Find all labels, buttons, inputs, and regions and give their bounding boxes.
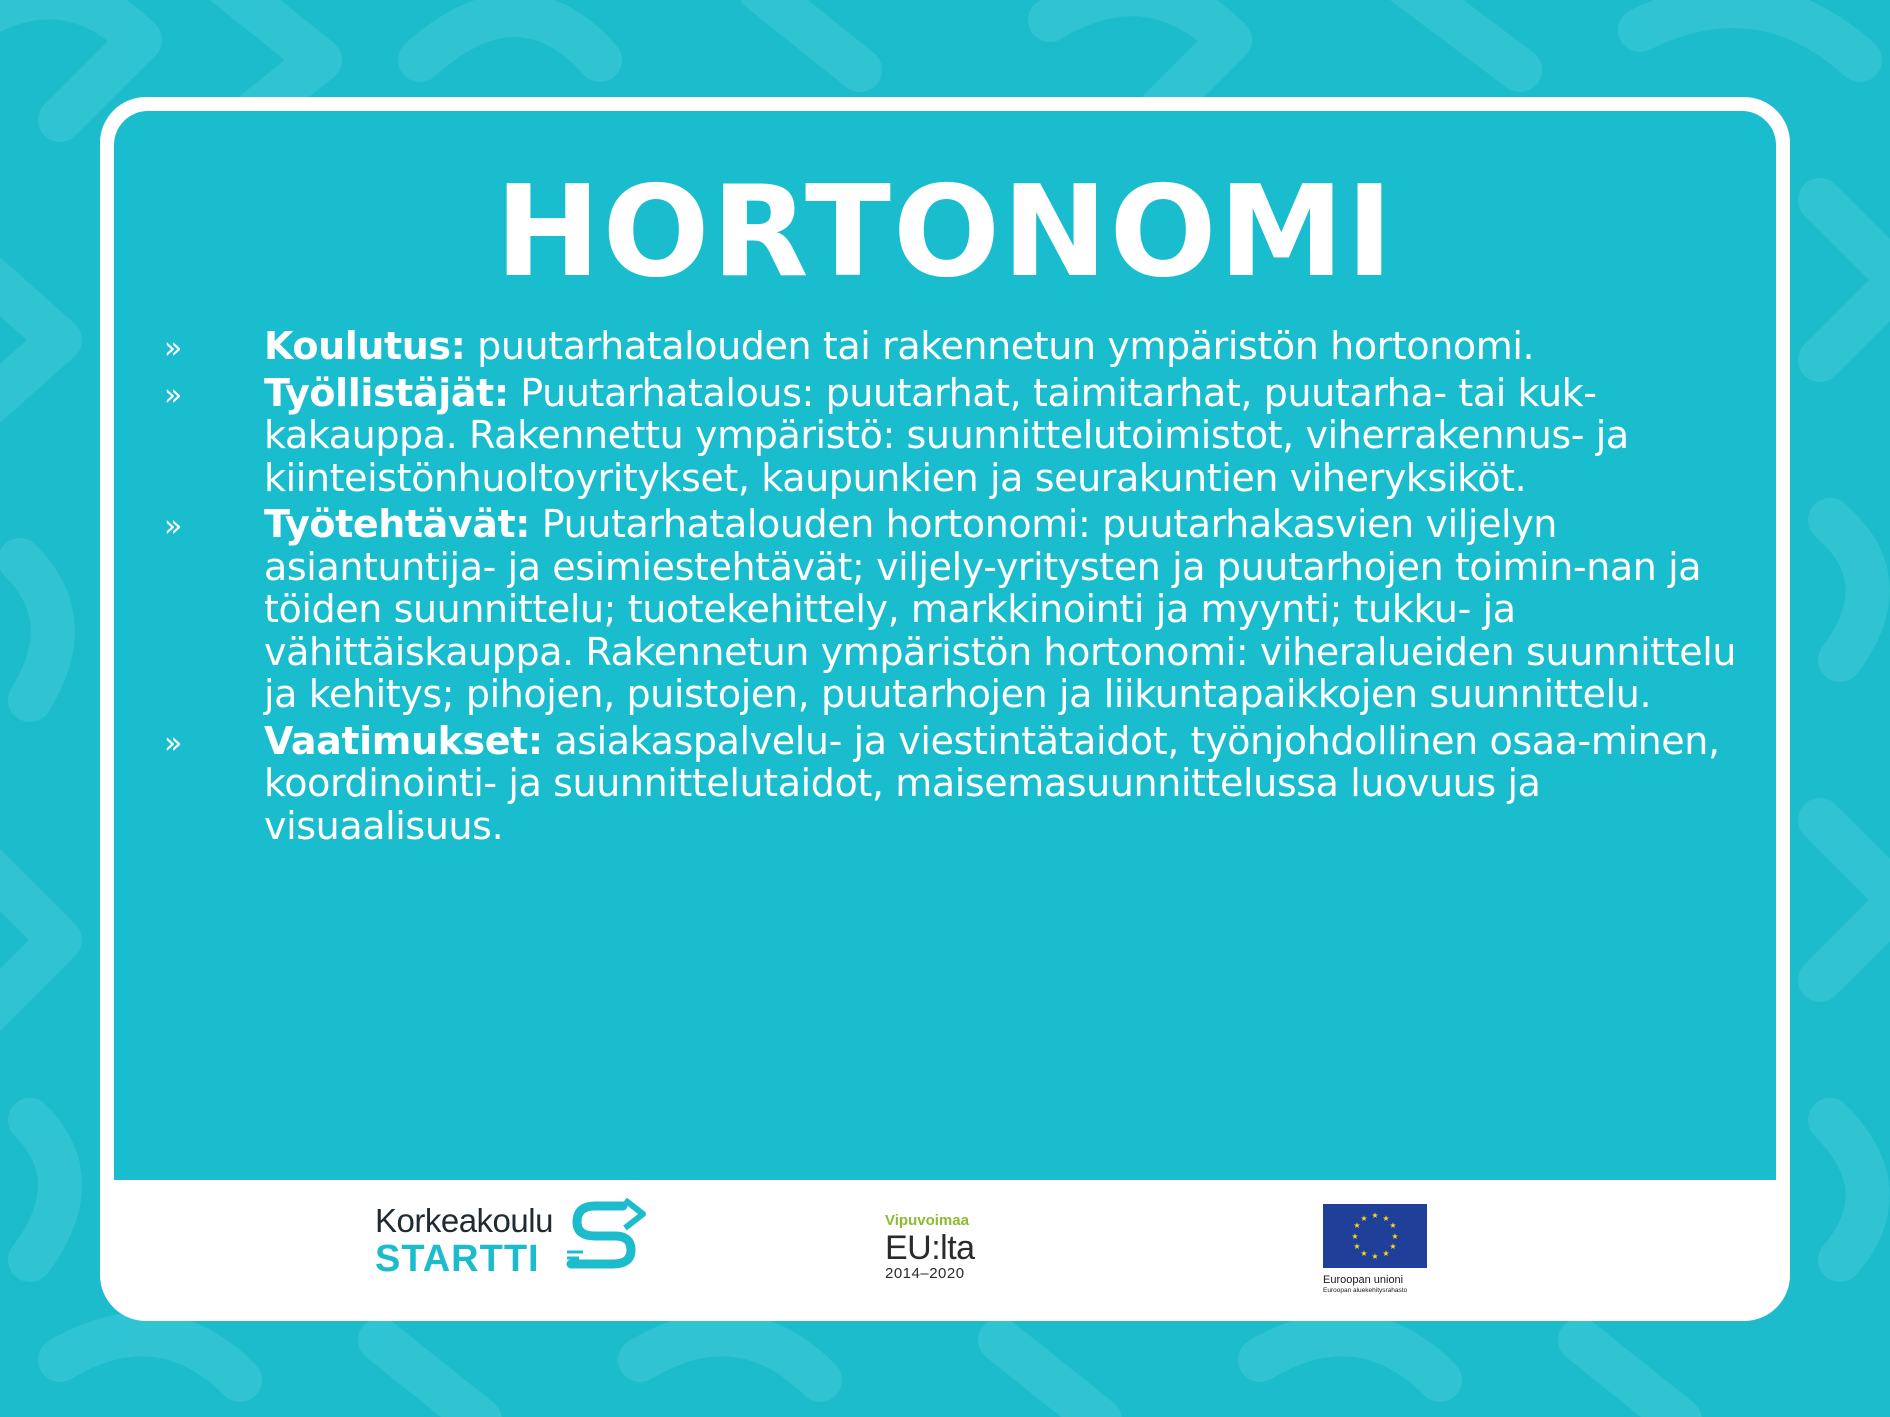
svg-text:★: ★ <box>1382 1249 1389 1258</box>
eu-logo: ★ ★ ★ ★ ★ ★ ★ ★ ★ ★ ★ ★ Euroopan unioni … <box>1323 1204 1433 1295</box>
svg-text:★: ★ <box>1371 1211 1378 1220</box>
eu-fund-label: Euroopan aluekehitysrahasto <box>1323 1287 1408 1294</box>
list-item-text: Vaatimukset: asiakaspalvelu- ja viestint… <box>264 718 1752 848</box>
info-list: » Koulutus: puutarhatalouden tai rakenne… <box>152 325 1752 851</box>
page-title: HORTONOMI <box>495 158 1395 305</box>
info-panel: HORTONOMI » Koulutus: puutarhatalouden t… <box>114 111 1776 1180</box>
list-item-koulutus: » Koulutus: puutarhatalouden tai rakenne… <box>152 325 1752 368</box>
item-label: Työtehtävät: <box>264 502 531 546</box>
bullet-icon: » <box>164 377 183 413</box>
content-card: HORTONOMI » Koulutus: puutarhatalouden t… <box>100 97 1790 1321</box>
item-body: puutarhatalouden tai rakennetun ympärist… <box>465 324 1535 368</box>
list-item-tyotehtavat: » Työtehtävät: Puutarhatalouden hortonom… <box>152 503 1752 716</box>
eulta-text: EU:lta <box>885 1229 975 1267</box>
item-label: Koulutus: <box>264 324 466 368</box>
item-label: Työllistäjät: <box>264 370 509 415</box>
bullet-icon: » <box>164 509 183 544</box>
svg-text:★: ★ <box>1360 1214 1367 1223</box>
svg-text:★: ★ <box>1389 1242 1396 1251</box>
item-label: Vaatimukset: <box>264 718 543 763</box>
vipuvoimaa-text: Vipuvoimaa <box>885 1212 969 1229</box>
eu-flag-icon: ★ ★ ★ ★ ★ ★ ★ ★ ★ ★ ★ ★ <box>1323 1204 1427 1268</box>
bullet-icon: » <box>164 331 183 366</box>
logo-line-korkeakoulu: Korkeakoulu <box>375 1202 553 1239</box>
svg-text:★: ★ <box>1360 1249 1367 1258</box>
list-item-text: Koulutus: puutarhatalouden tai rakennetu… <box>264 325 1752 368</box>
list-item-text: Työtehtävät: Puutarhatalouden hortonomi:… <box>264 503 1752 716</box>
list-item-vaatimukset: » Vaatimukset: asiakaspalvelu- ja viesti… <box>152 718 1752 848</box>
svg-text:★: ★ <box>1389 1221 1396 1230</box>
svg-text:★: ★ <box>1371 1252 1378 1261</box>
startti-s-arrow-icon <box>566 1198 646 1269</box>
svg-text:★: ★ <box>1353 1242 1360 1251</box>
list-item-tyollistajat: » Työllistäjät: Puutarhatalous: puutarha… <box>152 370 1752 500</box>
logo-footer: Korkeakoulu STARTTI Vipuvoimaa EU:lta 20… <box>100 1180 1790 1321</box>
years-text: 2014–2020 <box>885 1265 965 1282</box>
list-item-text: Työllistäjät: Puutarhatalous: puutarhat,… <box>264 370 1752 500</box>
svg-text:★: ★ <box>1391 1232 1398 1241</box>
bullet-icon: » <box>164 725 183 761</box>
eu-label: Euroopan unioni <box>1323 1274 1404 1286</box>
svg-text:★: ★ <box>1351 1232 1358 1241</box>
logo-line-startti: STARTTI <box>375 1238 540 1280</box>
vipuvoimaa-logo: Vipuvoimaa EU:lta 2014–2020 <box>885 1212 1015 1282</box>
